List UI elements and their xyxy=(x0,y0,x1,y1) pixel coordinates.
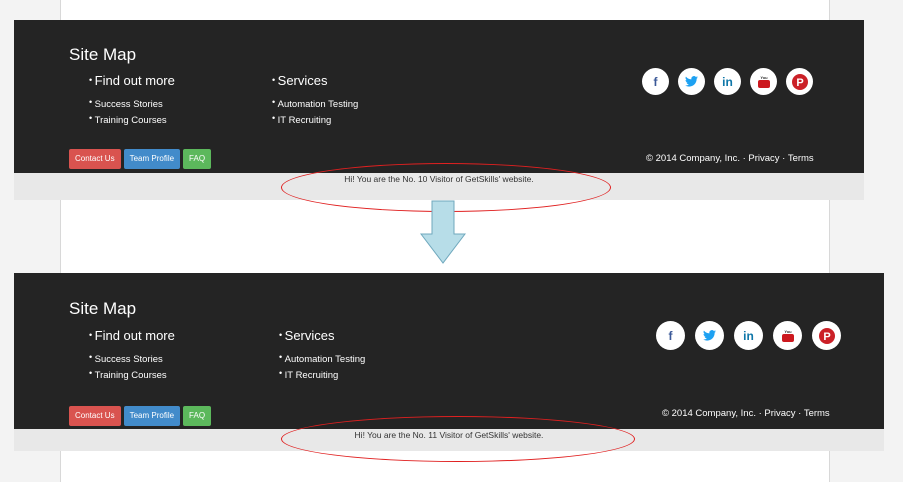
team-profile-button[interactable]: Team Profile xyxy=(123,149,181,169)
facebook-icon[interactable]: f xyxy=(656,321,685,350)
footer-link[interactable]: Success Stories xyxy=(89,351,175,367)
svg-text:You: You xyxy=(760,75,768,80)
footer-column-services: Services Automation Testing IT Recruitin… xyxy=(279,328,366,383)
pinterest-icon[interactable]: P xyxy=(786,68,813,95)
team-profile-button[interactable]: Team Profile xyxy=(123,406,181,426)
facebook-icon[interactable]: f xyxy=(642,68,669,95)
svg-text:P: P xyxy=(796,77,803,89)
footer-link[interactable]: IT Recruiting xyxy=(279,367,365,383)
footer-link[interactable]: Automation Testing xyxy=(272,96,359,112)
faq-button[interactable]: FAQ xyxy=(183,149,212,169)
footer-buttons: Contact Us Team Profile FAQ xyxy=(69,406,212,426)
footer-after: Site Map Find out more Success Stories T… xyxy=(14,273,884,429)
contact-us-button[interactable]: Contact Us xyxy=(69,149,121,169)
copyright-text: © 2014 Company, Inc. · Privacy · Terms xyxy=(662,408,830,419)
footer-before: Site Map Find out more Success Stories T… xyxy=(14,20,864,173)
contact-us-button[interactable]: Contact Us xyxy=(69,406,121,426)
twitter-icon[interactable] xyxy=(695,321,724,350)
column-heading[interactable]: Find out more xyxy=(89,328,175,343)
footer-link[interactable]: Training Courses xyxy=(89,367,175,383)
column-heading[interactable]: Find out more xyxy=(89,73,175,88)
social-icons: f in You P xyxy=(642,68,813,95)
footer-column-find-out-more: Find out more Success Stories Training C… xyxy=(89,328,175,382)
copyright-text: © 2014 Company, Inc. · Privacy · Terms xyxy=(646,153,814,164)
highlight-ellipse-after xyxy=(281,416,635,462)
youtube-icon[interactable]: You xyxy=(773,321,802,350)
footer-link[interactable]: Automation Testing xyxy=(279,351,366,367)
column-heading[interactable]: Services xyxy=(272,73,358,88)
twitter-icon[interactable] xyxy=(678,68,705,95)
site-map-title: Site Map xyxy=(69,45,137,64)
footer-link[interactable]: Success Stories xyxy=(89,96,175,112)
footer-buttons: Contact Us Team Profile FAQ xyxy=(69,149,212,169)
social-icons: f in You P xyxy=(656,321,841,350)
linkedin-icon[interactable]: in xyxy=(734,321,763,350)
page-content-strip-top xyxy=(60,0,830,20)
column-heading[interactable]: Services xyxy=(279,328,365,343)
footer-link[interactable]: IT Recruiting xyxy=(272,112,358,128)
site-map-title: Site Map xyxy=(69,299,137,318)
footer-column-services: Services Automation Testing IT Recruitin… xyxy=(272,73,359,128)
footer-link[interactable]: Training Courses xyxy=(89,112,175,128)
footer-column-find-out-more: Find out more Success Stories Training C… xyxy=(89,73,175,127)
down-arrow-icon xyxy=(420,200,466,264)
faq-button[interactable]: FAQ xyxy=(183,406,212,426)
svg-text:You: You xyxy=(784,329,792,334)
pinterest-icon[interactable]: P xyxy=(812,321,841,350)
youtube-icon[interactable]: You xyxy=(750,68,777,95)
linkedin-icon[interactable]: in xyxy=(714,68,741,95)
svg-text:P: P xyxy=(823,331,830,343)
